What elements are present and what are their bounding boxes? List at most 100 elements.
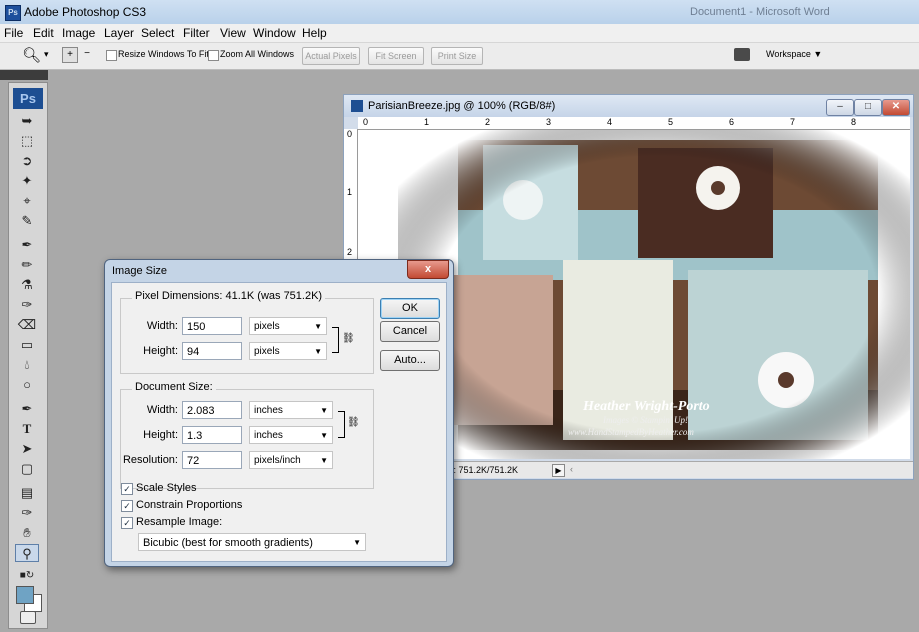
chain-link-icon: ⛓ <box>342 333 355 344</box>
zoom-in-icon[interactable]: + <box>62 47 78 63</box>
dialog-title: Image Size <box>112 265 168 277</box>
type-tool-icon[interactable]: T <box>15 420 39 438</box>
resize-windows-checkbox[interactable] <box>106 50 117 61</box>
ruler-mark: 4 <box>607 117 613 127</box>
pixel-dimensions-value: 41.1K (was 751.2K) <box>225 290 323 302</box>
resolution-unit: pixels/inch <box>254 455 301 466</box>
auto-button[interactable]: Auto... <box>380 350 440 371</box>
document-title: ParisianBreeze.jpg @ 100% (RGB/8#) <box>368 100 556 112</box>
dialog-body: Pixel Dimensions: 41.1K (was 751.2K) Wid… <box>111 282 447 562</box>
minimize-button[interactable]: – <box>826 99 854 116</box>
zoom-out-icon[interactable]: − <box>80 47 94 61</box>
doc-width-input[interactable]: 2.083 <box>182 401 242 419</box>
print-size-button[interactable]: Print Size <box>431 47 483 65</box>
image-size-dialog: Image Size x Pixel Dimensions: 41.1K (wa… <box>104 259 454 567</box>
quick-mask-icon[interactable] <box>20 611 36 624</box>
pixel-width-input[interactable]: 150 <box>182 317 242 335</box>
zoom-all-windows-label: Zoom All Windows <box>220 49 295 59</box>
menu-window[interactable]: Window <box>253 26 296 40</box>
foreground-color-swatch[interactable] <box>16 586 34 604</box>
status-menu-arrow[interactable]: ▶ <box>552 464 565 477</box>
pixel-height-unit-select[interactable]: pixels ▼ <box>249 342 327 360</box>
menu-help[interactable]: Help <box>302 26 327 40</box>
resample-method-select[interactable]: Bicubic (best for smooth gradients) ▼ <box>138 533 366 551</box>
chevron-down-icon: ▼ <box>320 456 328 465</box>
marquee-tool-icon[interactable]: ⬚ <box>15 132 39 150</box>
menu-view[interactable]: View <box>220 26 246 40</box>
crop-tool-icon[interactable]: ⌖ <box>15 192 39 210</box>
document-title-bar[interactable]: ParisianBreeze.jpg @ 100% (RGB/8#) – □ ✕ <box>344 95 913 117</box>
menu-layer[interactable]: Layer <box>104 26 134 40</box>
resample-method: Bicubic (best for smooth gradients) <box>143 537 313 549</box>
notes-tool-icon[interactable]: ▤ <box>15 484 39 502</box>
pixel-dimensions-label: Pixel Dimensions: <box>135 290 223 302</box>
doc-width-label: Width: <box>146 404 178 416</box>
constrain-proportions-checkbox[interactable]: ✓ <box>121 500 133 512</box>
menu-edit[interactable]: Edit <box>33 26 54 40</box>
eraser-tool-icon[interactable]: ⌫ <box>15 316 39 334</box>
default-colors-icon[interactable]: ■↻ <box>15 567 39 585</box>
history-brush-tool-icon[interactable]: ✑ <box>15 296 39 314</box>
actual-pixels-button[interactable]: Actual Pixels <box>302 47 360 65</box>
scale-styles-checkbox[interactable]: ✓ <box>121 483 133 495</box>
fit-screen-button[interactable]: Fit Screen <box>368 47 424 65</box>
doc-width-unit: inches <box>254 405 283 416</box>
doc-height-unit-select[interactable]: inches ▼ <box>249 426 333 444</box>
doc-height-input[interactable]: 1.3 <box>182 426 242 444</box>
workspace-icon[interactable] <box>734 48 750 61</box>
resolution-input[interactable]: 72 <box>182 451 242 469</box>
document-icon <box>351 100 363 112</box>
pixel-height-input[interactable]: 94 <box>182 342 242 360</box>
zoom-tool-icon[interactable]: 🔍︎ <box>22 46 41 64</box>
lasso-tool-icon[interactable]: ➲ <box>15 152 39 170</box>
cancel-button[interactable]: Cancel <box>380 321 440 342</box>
healing-brush-tool-icon[interactable]: ✒ <box>15 236 39 254</box>
menu-select[interactable]: Select <box>141 26 174 40</box>
canvas-watermark-url: www.HandStampedByHeather.com <box>568 427 694 437</box>
chevron-down-icon: ▼ <box>320 431 328 440</box>
dialog-close-button[interactable]: x <box>407 260 449 279</box>
zoom-all-windows-checkbox[interactable] <box>208 50 219 61</box>
maximize-button[interactable]: □ <box>854 99 882 116</box>
constrain-proportions-label: Constrain Proportions <box>136 499 243 511</box>
magic-wand-tool-icon[interactable]: ✦ <box>15 172 39 190</box>
move-tool-icon[interactable]: ➥ <box>15 112 39 130</box>
pen-tool-icon[interactable]: ✒ <box>15 400 39 418</box>
tools-panel: Ps ➥ ⬚ ➲ ✦ ⌖ ✎ ✒ ✏ ⚗ ✑ ⌫ ▭ 💧︎ ○ ✒ T ➤ ▢ … <box>8 82 48 629</box>
document-size-heading: Document Size: <box>132 381 216 393</box>
resolution-unit-select[interactable]: pixels/inch ▼ <box>249 451 333 469</box>
menu-image[interactable]: Image <box>62 26 95 40</box>
ok-button[interactable]: OK <box>380 298 440 319</box>
chevron-down-icon: ▼ <box>314 322 322 331</box>
ruler-mark: 2 <box>485 117 491 127</box>
menu-filter[interactable]: Filter <box>183 26 210 40</box>
resample-image-label: Resample Image: <box>136 516 223 528</box>
brush-tool-icon[interactable]: ✏ <box>15 256 39 274</box>
ruler-mark: 3 <box>546 117 552 127</box>
pixel-width-unit-select[interactable]: pixels ▼ <box>249 317 327 335</box>
resample-image-checkbox[interactable]: ✓ <box>121 517 133 529</box>
shape-tool-icon[interactable]: ▢ <box>15 460 39 478</box>
dodge-tool-icon[interactable]: ○ <box>15 376 39 394</box>
menu-file[interactable]: File <box>4 26 23 40</box>
scroll-left-arrow[interactable]: ‹ <box>570 464 573 474</box>
clone-stamp-tool-icon[interactable]: ⚗ <box>15 276 39 294</box>
zoom-tool-icon[interactable]: ⚲ <box>15 544 39 562</box>
doc-height-unit: inches <box>254 430 283 441</box>
slice-tool-icon[interactable]: ✎ <box>15 212 39 230</box>
resolution-label: Resolution: <box>122 454 178 466</box>
ruler-mark: 7 <box>790 117 796 127</box>
path-selection-tool-icon[interactable]: ➤ <box>15 440 39 458</box>
tool-preset-dropdown[interactable]: ▾ <box>44 49 49 60</box>
doc-width-unit-select[interactable]: inches ▼ <box>249 401 333 419</box>
eyedropper-tool-icon[interactable]: ✑ <box>15 504 39 522</box>
close-button[interactable]: ✕ <box>882 99 910 116</box>
workspace-menu[interactable]: Workspace ▼ <box>766 49 822 59</box>
panel-dock-strip[interactable] <box>0 70 48 80</box>
background-window-title: Document1 - Microsoft Word <box>690 6 830 18</box>
gradient-tool-icon[interactable]: ▭ <box>15 336 39 354</box>
hand-tool-icon[interactable]: ✋︎ <box>15 524 39 542</box>
chevron-down-icon: ▼ <box>320 406 328 415</box>
blur-tool-icon[interactable]: 💧︎ <box>15 356 39 374</box>
chevron-down-icon: ▼ <box>314 347 322 356</box>
